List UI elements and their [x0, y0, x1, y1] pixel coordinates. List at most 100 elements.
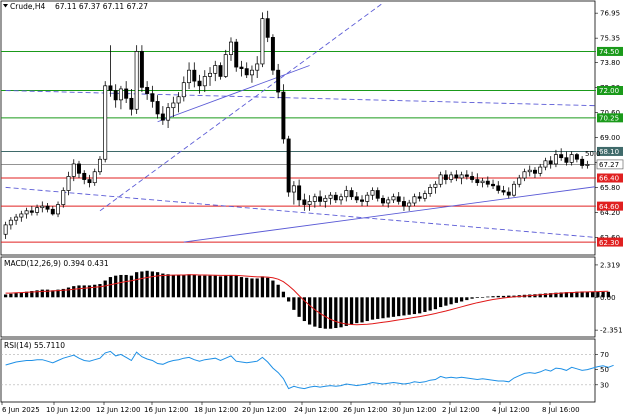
candle-body-bull-70 — [370, 190, 375, 196]
macd-bar-55 — [292, 297, 296, 310]
macd-bar-2 — [14, 293, 18, 298]
candle-body-bull-103 — [543, 160, 548, 168]
price-panel-frame — [0, 0, 596, 256]
candle-body-bull-69 — [365, 194, 370, 202]
candle-body-bull-83 — [438, 174, 443, 185]
candle-body-bear-41 — [218, 65, 223, 77]
candle-body-bull-48 — [255, 63, 260, 71]
macd-bar-27 — [145, 270, 149, 298]
macd-bar-62 — [328, 297, 333, 329]
level-badge-text-6: 64.60 — [599, 203, 619, 211]
macd-bar-74 — [391, 297, 396, 317]
macd-bar-42 — [224, 275, 228, 298]
candle-body-bear-45 — [239, 66, 244, 69]
candle-body-bear-27 — [145, 87, 150, 94]
macd-bar-73 — [386, 297, 390, 318]
candle-body-bull-13 — [71, 163, 76, 177]
macd-bar-80 — [423, 297, 427, 312]
candle-body-bear-110 — [580, 158, 585, 166]
candle-body-bull-82 — [433, 183, 438, 188]
macd-bar-14 — [77, 285, 81, 298]
macd-bar-15 — [82, 285, 86, 298]
macd-bar-68 — [360, 297, 364, 323]
candle-body-bull-39 — [208, 72, 212, 77]
candle-body-bear-36 — [192, 69, 197, 82]
candle-body-bull-74 — [391, 196, 396, 201]
candle-body-bear-66 — [349, 190, 354, 198]
macd-bar-86 — [454, 297, 458, 303]
candle-body-bull-78 — [412, 196, 417, 204]
candle-body-bull-6 — [35, 207, 40, 213]
macd-bar-53 — [281, 291, 286, 298]
level-badge-text-4: 67.27 — [599, 161, 619, 169]
candle-body-bear-29 — [155, 101, 160, 115]
candle-body-bear-109 — [574, 154, 579, 160]
candle-body-bull-102 — [538, 166, 543, 174]
time-tick-label-2: 12 Jun 12:00 — [96, 406, 140, 414]
level-badge-text-0: 74.50 — [599, 48, 619, 56]
candle-body-bear-95 — [501, 190, 506, 193]
candle-body-bull-99 — [522, 171, 527, 179]
candle-body-bull-47 — [249, 69, 254, 76]
macd-bar-92 — [486, 296, 490, 298]
candle-body-bear-76 — [401, 201, 406, 207]
candle-body-bull-108 — [569, 154, 574, 163]
rsi-tick-label-1: 50 — [600, 366, 609, 374]
rsi-tick-label-0: 70 — [600, 351, 609, 359]
macd-bar-54 — [287, 297, 291, 302]
macd-bar-43 — [229, 274, 233, 298]
candle-body-bear-89 — [470, 176, 475, 180]
macd-bar-0 — [3, 294, 8, 298]
time-tick-label-8: 30 Jun 12:00 — [392, 406, 436, 414]
candle-25 — [134, 45, 139, 114]
macd-bar-30 — [161, 273, 165, 298]
macd-bar-61 — [323, 297, 327, 329]
candle-body-bull-80 — [422, 193, 427, 199]
macd-bar-77 — [407, 297, 411, 315]
price-tick-label-5: 69.00 — [600, 134, 620, 142]
candle-body-bear-21 — [113, 90, 118, 101]
candle-body-bear-96 — [506, 191, 511, 196]
macd-bar-46 — [245, 277, 249, 298]
macd-bar-63 — [334, 297, 338, 329]
candle-body-bear-72 — [381, 197, 385, 204]
price-tick-label-0: 76.95 — [600, 10, 620, 18]
macd-bar-69 — [365, 297, 369, 322]
ohlc-label: 67.11 67.37 67.11 67.27 — [55, 2, 148, 11]
macd-bar-24 — [129, 275, 134, 298]
macd-tick-label-0: 2.319 — [600, 261, 620, 269]
level-badge-text-3: 68.10 — [599, 148, 619, 156]
macd-tick-label-2: -2.351 — [600, 327, 623, 335]
candle-body-bull-34 — [181, 82, 186, 98]
macd-bar-38 — [203, 275, 207, 298]
macd-label: MACD(12,26,9) 0.394 0.431 — [4, 259, 109, 268]
macd-bar-45 — [239, 277, 244, 298]
time-tick-label-0: 6 Jun 2025 — [2, 406, 40, 414]
candle-body-bear-53 — [281, 91, 286, 140]
candle-body-bear-86 — [454, 174, 459, 179]
macd-bar-89 — [470, 297, 474, 299]
time-tick-label-11: 8 Jul 16:00 — [542, 406, 580, 414]
macd-bar-59 — [313, 297, 317, 327]
macd-bar-85 — [449, 297, 453, 305]
candle-body-bull-65 — [344, 190, 349, 198]
macd-bar-76 — [402, 297, 406, 316]
candle-body-bear-79 — [417, 196, 422, 199]
candle-body-bull-98 — [517, 177, 522, 185]
candle-body-bull-11 — [61, 190, 66, 205]
macd-bar-48 — [255, 278, 259, 298]
macd-bar-66 — [349, 297, 354, 325]
macd-bar-26 — [140, 271, 144, 298]
chart-canvas: 76.9575.3573.8072.2070.6069.0067.4065.80… — [0, 0, 624, 414]
macd-bar-58 — [307, 297, 312, 325]
candle-body-bull-85 — [449, 174, 454, 180]
candle-body-bull-18 — [97, 158, 102, 173]
price-tick-label-7: 65.80 — [600, 184, 620, 192]
candle-body-bear-56 — [297, 185, 302, 201]
macd-bar-83 — [439, 297, 443, 308]
candle-body-bull-111 — [585, 164, 590, 166]
macd-bar-82 — [433, 297, 438, 310]
time-tick-label-9: 2 Jul 12:00 — [442, 406, 480, 414]
candle-54 — [286, 135, 291, 197]
candle-51 — [270, 34, 275, 75]
